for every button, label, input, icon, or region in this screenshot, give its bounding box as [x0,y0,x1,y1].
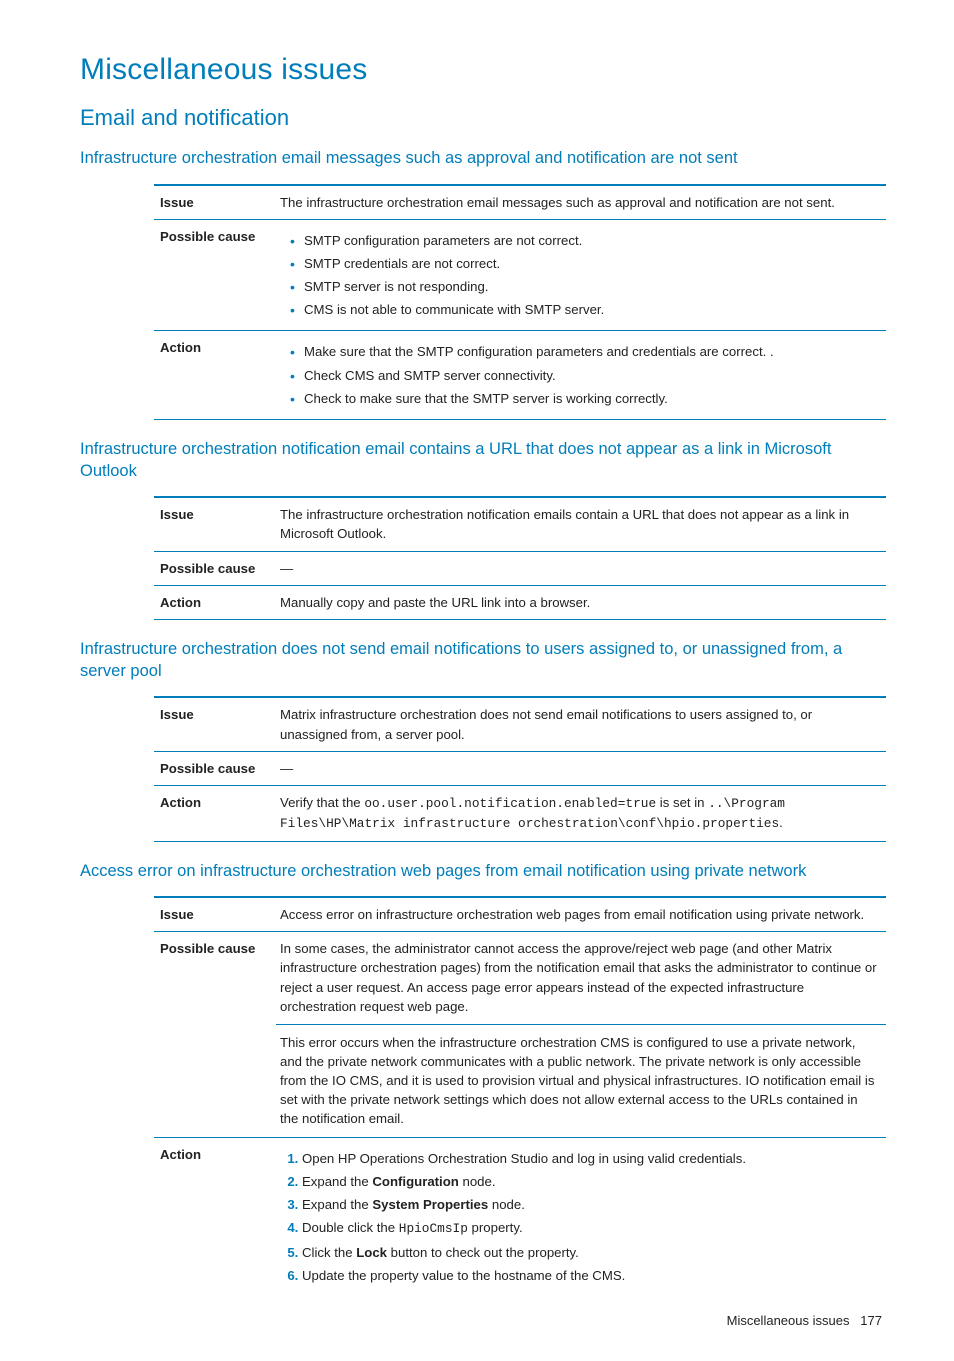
row-label-action: Action [154,331,276,419]
bullet-item: Check CMS and SMTP server connectivity. [304,364,878,387]
bullet-item: SMTP configuration parameters are not co… [304,229,878,252]
action-text: Verify that the [280,795,364,810]
row-value-cause: — [276,551,886,585]
row-label-issue: Issue [154,697,276,751]
row-value-cause: In some cases, the administrator cannot … [276,932,886,1137]
footer-page-number: 177 [860,1313,882,1328]
step-item: Expand the Configuration node. [302,1170,878,1193]
page-title: Miscellaneous issues [80,48,886,92]
row-label-action: Action [154,585,276,619]
row-value-action: Manually copy and paste the URL link int… [276,585,886,619]
bullet-item: CMS is not able to communicate with SMTP… [304,298,878,321]
row-label-issue: Issue [154,497,276,551]
row-value-issue: Access error on infrastructure orchestra… [276,897,886,932]
action-code: oo.user.pool.notification.enabled=true [364,796,656,811]
row-label-cause: Possible cause [154,219,276,331]
cause-paragraph: In some cases, the administrator cannot … [280,939,878,1016]
cause-paragraph: This error occurs when the infrastructur… [276,1024,886,1129]
action-text: is set in [656,795,708,810]
topic-heading: Infrastructure orchestration notificatio… [80,438,886,483]
section-title: Email and notification [80,102,886,134]
row-label-action: Action [154,785,276,841]
bullet-item: SMTP credentials are not correct. [304,252,878,275]
row-value-cause: SMTP configuration parameters are not co… [276,219,886,331]
issue-table: Issue The infrastructure orchestration n… [154,496,886,620]
topic-heading: Infrastructure orchestration does not se… [80,638,886,683]
row-value-issue: The infrastructure orchestration notific… [276,497,886,551]
row-value-cause: — [276,751,886,785]
issue-table: Issue Matrix infrastructure orchestratio… [154,696,886,842]
issue-table: Issue Access error on infrastructure orc… [154,896,886,1296]
bullet-item: SMTP server is not responding. [304,275,878,298]
row-label-cause: Possible cause [154,551,276,585]
topic-heading: Infrastructure orchestration email messa… [80,147,886,169]
step-item: Open HP Operations Orchestration Studio … [302,1147,878,1170]
row-value-action: Make sure that the SMTP configuration pa… [276,331,886,419]
row-label-cause: Possible cause [154,751,276,785]
topic-heading: Access error on infrastructure orchestra… [80,860,886,882]
footer-label: Miscellaneous issues [727,1313,850,1328]
row-value-issue: Matrix infrastructure orchestration does… [276,697,886,751]
action-text: . [779,815,783,830]
row-value-action: Open HP Operations Orchestration Studio … [276,1137,886,1296]
step-item: Click the Lock button to check out the p… [302,1241,878,1264]
row-label-issue: Issue [154,897,276,932]
step-item: Double click the HpioCmsIp property. [302,1216,878,1241]
issue-table: Issue The infrastructure orchestration e… [154,184,886,420]
row-value-issue: The infrastructure orchestration email m… [276,185,886,220]
row-label-issue: Issue [154,185,276,220]
bullet-item: Check to make sure that the SMTP server … [304,387,878,410]
step-item: Update the property value to the hostnam… [302,1264,878,1287]
row-value-action: Verify that the oo.user.pool.notificatio… [276,785,886,841]
row-label-action: Action [154,1137,276,1296]
page-footer: Miscellaneous issues 177 [80,1312,886,1331]
step-item: Expand the System Properties node. [302,1193,878,1216]
bullet-item: Make sure that the SMTP configuration pa… [304,340,878,363]
row-label-cause: Possible cause [154,932,276,1137]
